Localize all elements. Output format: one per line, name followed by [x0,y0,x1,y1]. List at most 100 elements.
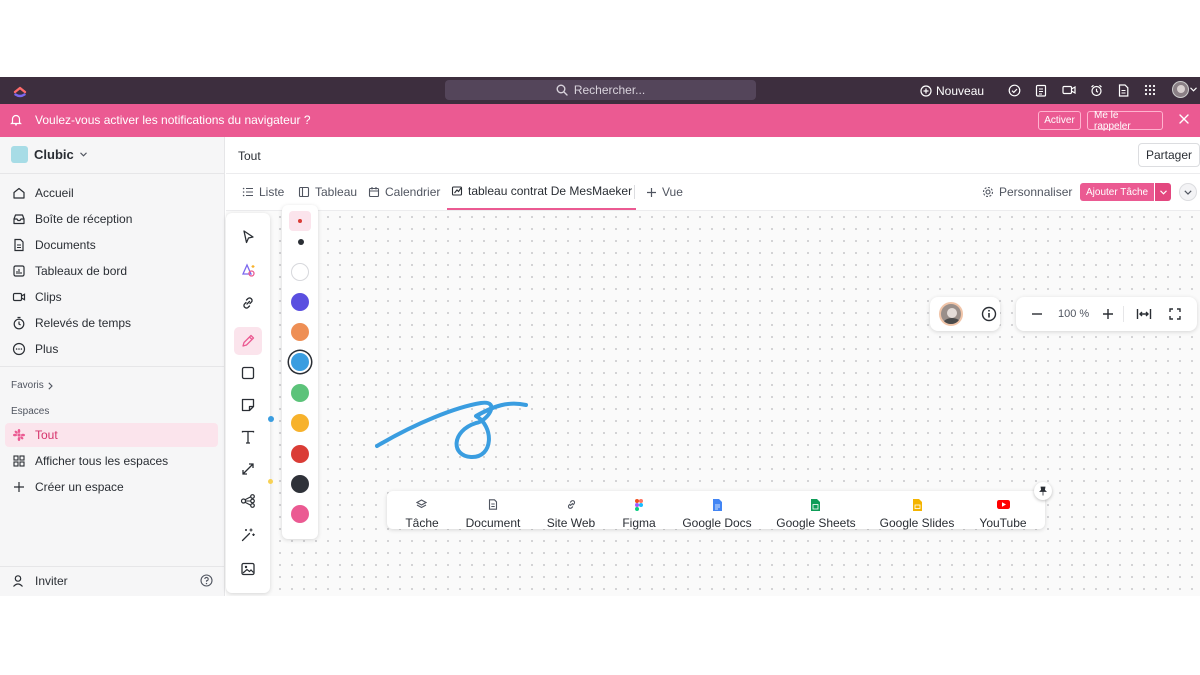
image-tool[interactable] [234,555,262,583]
help-icon[interactable] [200,574,213,587]
dock-item-document[interactable]: Document [466,498,520,530]
color-swatch[interactable] [291,475,309,493]
sidebar-item-documents[interactable]: Documents [5,233,218,257]
remind-later-button[interactable]: Me le rappeler [1087,110,1163,132]
divider [1123,306,1124,322]
sidebar-item-timesheets[interactable]: Relevés de temps [5,311,218,335]
pin-icon[interactable] [1034,482,1052,500]
more-icon [12,342,26,356]
color-swatch[interactable] [291,323,309,341]
dock-item-site-web[interactable]: Site Web [547,498,595,530]
sidebar-item-label: Clips [35,290,62,304]
sidebar-item-more[interactable]: Plus [5,337,218,361]
sidebar-item-tout[interactable]: Tout [5,423,218,447]
sidebar-item-inbox[interactable]: Boîte de réception [5,207,218,231]
youtube-icon [996,498,1010,511]
sidebar-item-clips[interactable]: Clips [5,285,218,309]
timer-icon [13,316,25,330]
pen-tool[interactable] [234,327,262,355]
info-icon[interactable] [981,306,997,322]
zoom-in-icon[interactable] [1101,307,1115,321]
connector-tool[interactable] [234,455,262,483]
add-task-label[interactable]: Ajouter Tâche [1080,183,1155,201]
color-swatch[interactable] [291,384,309,402]
fit-width-icon[interactable] [1136,307,1152,321]
apps-grid-icon[interactable] [1142,82,1158,98]
dock-item-label: Google Sheets [776,516,856,530]
tab-whiteboard[interactable]: tableau contrat De MesMaeker [447,174,637,210]
tab-label: Liste [259,185,285,199]
plus-icon [14,482,24,492]
fullscreen-icon[interactable] [1168,307,1182,321]
color-swatch[interactable] [291,445,309,463]
doc-icon [488,498,498,511]
ai-tool[interactable] [234,256,262,284]
zoom-out-icon[interactable] [1030,307,1044,321]
alarm-icon[interactable] [1088,82,1104,98]
asterisk-icon [13,429,25,441]
dock-item-figma[interactable]: Figma [622,498,656,530]
collaborator-avatar[interactable] [939,302,963,326]
customize-button[interactable]: Personnaliser [982,185,1072,199]
task-icon [416,498,428,511]
workspace-switcher[interactable]: Clubic [11,146,87,163]
tab-calendrier[interactable]: Calendrier [368,174,440,210]
invite-label: Inviter [35,574,68,588]
tab-liste[interactable]: Liste [242,174,284,210]
activate-button[interactable]: Activer [1038,111,1081,130]
rectangle-tool[interactable] [234,359,262,387]
dock-item-google-sheets[interactable]: Google Sheets [776,498,856,530]
sidebar-item-label: Tableaux de bord [35,264,128,278]
add-view-button[interactable]: Vue [646,174,683,210]
color-swatch[interactable] [291,263,309,281]
magic-tool[interactable] [234,521,262,549]
new-button[interactable]: Nouveau [920,81,984,100]
user-avatar[interactable] [1172,81,1189,98]
dock-item-youtube[interactable]: YouTube [979,498,1027,530]
whiteboard-canvas[interactable]: 100 % Tâche Document Site Web Figma Google D… [226,205,1200,596]
sidebar-item-accueil[interactable]: Accueil [5,181,218,205]
search-bar[interactable]: Rechercher... [445,80,756,100]
sidebar-item-dashboards[interactable]: Tableaux de bord [5,259,218,283]
link-tool[interactable] [234,289,262,317]
color-swatch[interactable] [291,505,309,523]
video-record-icon[interactable] [1061,82,1077,98]
clickup-logo[interactable] [12,82,28,98]
mindmap-tool[interactable] [234,487,262,515]
dashboard-icon [13,265,25,277]
zoom-level: 100 % [1058,308,1090,320]
chevron-down-icon [1159,189,1167,195]
calendar-icon [368,187,380,198]
sidebar-item-all-spaces[interactable]: Afficher tous les espaces [5,449,218,473]
notepad-icon[interactable] [1033,82,1049,98]
dock-item-google-slides[interactable]: Google Slides [880,498,954,530]
color-swatch[interactable] [291,293,309,311]
add-task-dropdown[interactable] [1155,183,1172,201]
stroke-size-small[interactable] [289,211,311,231]
cursor-icon [243,230,254,244]
select-tool[interactable] [234,223,262,251]
check-circle-icon[interactable] [1006,82,1022,98]
sticky-note-tool[interactable] [234,391,262,419]
share-button[interactable]: Partager [1138,143,1200,167]
collapse-toggle[interactable] [1179,183,1197,201]
sidebar-item-create-space[interactable]: Créer un espace [5,475,218,499]
tab-label: Tableau [315,185,358,199]
invite-button[interactable]: Inviter [12,574,68,588]
favorites-section[interactable]: Favoris [11,380,53,391]
spaces-section-label: Espaces [11,406,50,417]
text-tool[interactable] [234,423,262,451]
freehand-stroke[interactable] [226,211,1200,596]
dock-item-tâche[interactable]: Tâche [405,498,439,530]
document-icon[interactable] [1115,82,1131,98]
chevron-down-icon [1184,189,1192,195]
dock-item-label: Tâche [405,516,439,530]
dock-item-google-docs[interactable]: Google Docs [682,498,752,530]
sidebar-item-label: Relevés de temps [35,316,132,330]
add-task-button[interactable]: Ajouter Tâche [1080,183,1172,201]
color-swatch[interactable] [291,414,309,432]
stroke-size-medium[interactable] [298,239,304,245]
color-swatch[interactable] [291,353,309,371]
close-icon[interactable] [1178,113,1190,125]
chevron-down-icon[interactable] [1190,87,1197,92]
